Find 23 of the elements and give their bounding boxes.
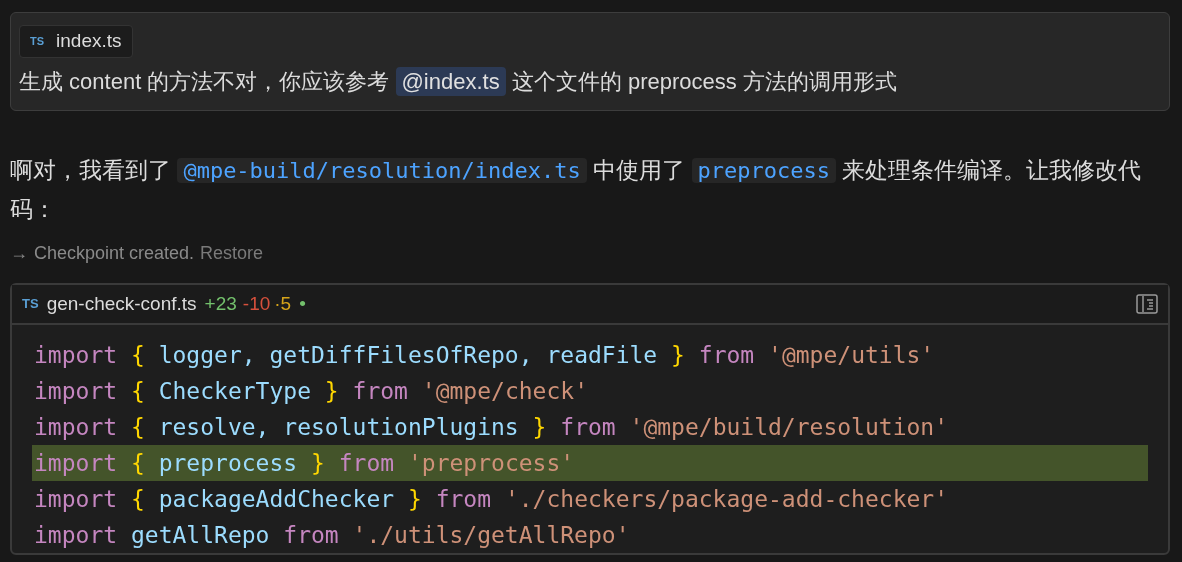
code-line: import { resolve, resolutionPlugins } from '@mpe/build/resolution'	[33, 413, 950, 442]
panel-toggle-icon	[1136, 294, 1158, 314]
code-file-name: gen-check-conf.ts	[46, 291, 197, 316]
inline-code: preprocess	[691, 158, 836, 183]
arrow-icon: →	[10, 240, 28, 267]
typescript-icon: TS	[30, 33, 45, 50]
checkpoint-text: Checkpoint created.	[34, 242, 195, 265]
lines-added: +23	[204, 291, 237, 316]
message-text: 生成 content 的方法不对，你应该参考 @index.ts 这个文件的 preprocess 方法的调用形式	[19, 66, 898, 98]
code-line: import { packageAddChecker } from './checkers/package-add-checker'	[33, 485, 949, 514]
file-mention[interactable]: @index.ts	[395, 67, 506, 96]
attached-file-chip[interactable]: TS index.ts	[19, 25, 133, 58]
file-name: index.ts	[56, 29, 122, 54]
code-line: import { logger, getDiffFilesOfRepo, readFile } from '@mpe/utils'	[33, 341, 936, 370]
restore-link[interactable]: Restore	[200, 240, 264, 267]
lines-removed: -10	[242, 291, 271, 316]
code-line: import getAllRepo from './utils/getAllRepo'	[33, 521, 631, 550]
assistant-text: 啊对，我看到了 @mpe-build/resolution/index.ts 中使用了 preprocess 来处理条件编译。让我修改代码：	[10, 156, 1143, 224]
lines-modified: ·5	[274, 291, 292, 316]
code-line: import { CheckerType } from '@mpe/check'	[33, 377, 589, 406]
status-dot: •	[299, 291, 306, 316]
typescript-icon: TS	[22, 294, 39, 314]
inline-code: @mpe-build/resolution/index.ts	[177, 158, 587, 183]
